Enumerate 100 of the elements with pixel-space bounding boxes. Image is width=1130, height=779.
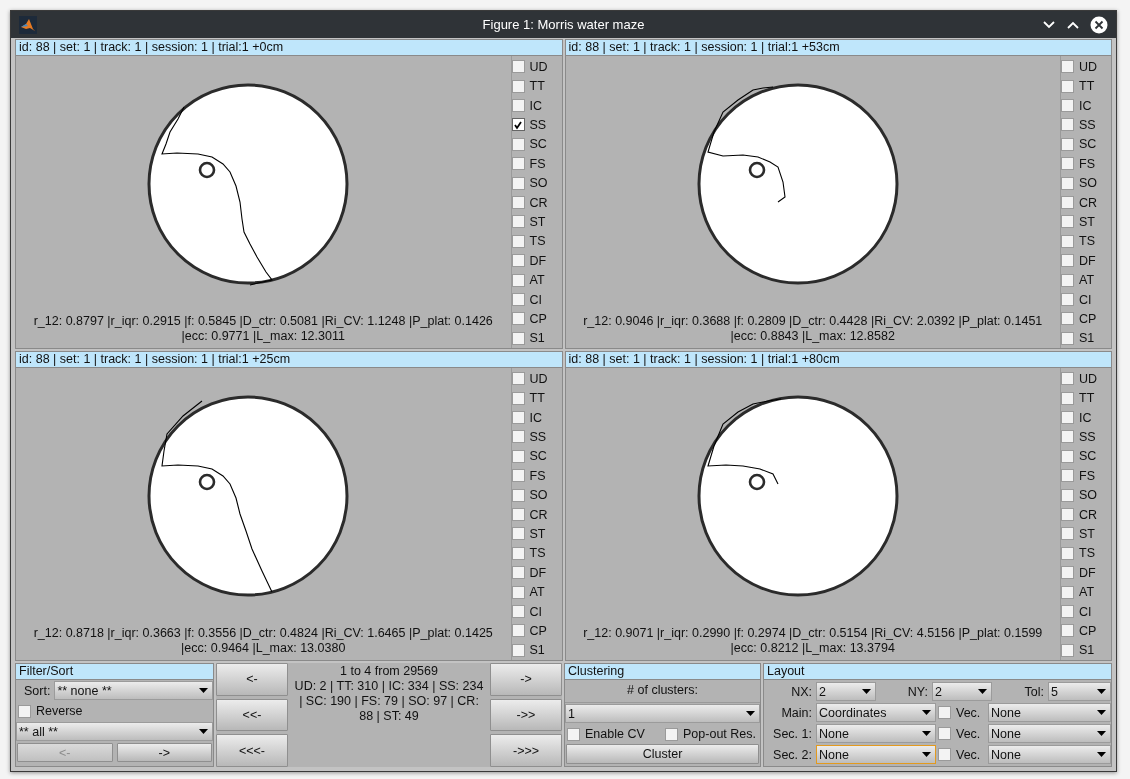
checkbox-box[interactable]: [511, 196, 525, 210]
category-checkbox[interactable]: CI: [511, 289, 562, 310]
vector-dropdown[interactable]: None: [988, 745, 1111, 764]
checkbox-box[interactable]: [567, 727, 580, 741]
filter-dropdown[interactable]: ** all **: [16, 722, 213, 741]
maximize-chevron-icon[interactable]: [1066, 19, 1080, 30]
category-checkbox[interactable]: UD: [1061, 369, 1111, 389]
checkbox-box[interactable]: [1061, 99, 1074, 112]
checkbox-box[interactable]: [511, 449, 525, 463]
category-checkbox[interactable]: UD: [511, 369, 562, 389]
checkbox-box[interactable]: [938, 748, 951, 761]
checkbox-box[interactable]: [1061, 391, 1074, 405]
vector-dropdown[interactable]: None: [988, 724, 1111, 743]
checkbox-box[interactable]: [511, 331, 525, 345]
category-checkbox[interactable]: DF: [1061, 251, 1111, 271]
category-checkbox[interactable]: SC: [511, 446, 562, 467]
option-checkbox[interactable]: Enable CV: [565, 724, 645, 744]
checkbox-box[interactable]: [511, 293, 525, 307]
category-checkbox[interactable]: UD: [511, 57, 562, 77]
checkbox-box[interactable]: [511, 508, 525, 522]
checkbox-box[interactable]: [511, 469, 525, 483]
category-checkbox[interactable]: CP: [1061, 621, 1111, 641]
category-checkbox[interactable]: IC: [511, 95, 562, 116]
category-checkbox[interactable]: S1: [511, 640, 562, 661]
category-checkbox[interactable]: CR: [1061, 504, 1111, 525]
grid-dropdown[interactable]: 5: [1048, 682, 1111, 701]
category-checkbox[interactable]: UD: [1061, 57, 1111, 77]
checkbox-box[interactable]: [1061, 215, 1074, 229]
back-button[interactable]: <-: [216, 663, 288, 696]
category-checkbox[interactable]: TS: [511, 231, 562, 252]
category-checkbox[interactable]: DF: [511, 251, 562, 271]
checkbox-box[interactable]: [1061, 331, 1074, 345]
category-checkbox[interactable]: CP: [511, 309, 562, 329]
checkbox-box[interactable]: [511, 585, 525, 599]
category-checkbox[interactable]: ST: [511, 212, 562, 232]
category-checkbox[interactable]: DF: [1061, 563, 1111, 583]
vector-checkbox[interactable]: Vec.: [936, 744, 988, 765]
checkbox-box[interactable]: [511, 624, 525, 638]
checkbox-box[interactable]: [511, 546, 525, 560]
checkbox-box[interactable]: [1061, 273, 1074, 287]
category-checkbox[interactable]: TT: [511, 388, 562, 408]
category-checkbox[interactable]: AT: [511, 582, 562, 602]
checkbox-box[interactable]: [511, 157, 525, 171]
checkbox-box[interactable]: [1061, 118, 1074, 132]
checkbox-box[interactable]: [511, 430, 525, 444]
category-checkbox[interactable]: SO: [1061, 173, 1111, 193]
checkbox-box[interactable]: [511, 527, 525, 541]
checkbox-box[interactable]: [1061, 585, 1074, 599]
checkbox-box[interactable]: [511, 312, 525, 326]
checkbox-box[interactable]: [1061, 196, 1074, 210]
category-checkbox[interactable]: IC: [1061, 95, 1111, 116]
checkbox-box[interactable]: [1061, 605, 1074, 619]
category-checkbox[interactable]: CP: [511, 621, 562, 641]
checkbox-box[interactable]: [511, 411, 525, 424]
checkbox-box[interactable]: [511, 372, 525, 386]
checkbox-box[interactable]: [1061, 508, 1074, 522]
checkbox-box[interactable]: [511, 79, 525, 93]
plot-type-dropdown[interactable]: Coordinates: [816, 703, 936, 722]
checkbox-box[interactable]: [1061, 293, 1074, 307]
back-button[interactable]: <<-: [216, 698, 288, 732]
checkbox-box[interactable]: [1061, 488, 1074, 502]
category-checkbox[interactable]: S1: [1061, 640, 1111, 661]
category-checkbox[interactable]: TT: [511, 76, 562, 96]
checkbox-box[interactable]: [1061, 411, 1074, 424]
category-checkbox[interactable]: SS: [1061, 115, 1111, 135]
back-button[interactable]: <<<-: [216, 734, 288, 767]
checkbox-box[interactable]: [1061, 527, 1074, 541]
category-checkbox[interactable]: CI: [1061, 601, 1111, 622]
checkbox-box[interactable]: [1061, 469, 1074, 483]
checkbox-box[interactable]: [665, 727, 679, 741]
plot-type-dropdown[interactable]: None: [816, 724, 936, 743]
checkbox-box[interactable]: [18, 704, 31, 718]
sort-dropdown[interactable]: ** none **: [54, 681, 213, 700]
minimize-chevron-icon[interactable]: [1042, 19, 1056, 30]
category-checkbox[interactable]: SC: [1061, 446, 1111, 467]
category-checkbox[interactable]: SC: [1061, 134, 1111, 155]
category-checkbox[interactable]: IC: [1061, 407, 1111, 428]
category-checkbox[interactable]: FS: [1061, 154, 1111, 174]
checkbox-box[interactable]: [1061, 157, 1074, 171]
grid-dropdown[interactable]: 2: [816, 682, 876, 701]
forward-button[interactable]: ->: [490, 663, 562, 696]
checkbox-box[interactable]: [511, 391, 525, 405]
checkbox-box[interactable]: [511, 643, 525, 657]
checkbox-box[interactable]: [1061, 176, 1074, 190]
category-checkbox[interactable]: TS: [511, 543, 562, 564]
checkbox-box[interactable]: [1061, 430, 1074, 444]
checkbox-box[interactable]: [938, 727, 951, 740]
cluster-button[interactable]: Cluster: [566, 744, 759, 764]
checkbox-box[interactable]: [511, 99, 525, 112]
category-checkbox[interactable]: SO: [1061, 485, 1111, 505]
category-checkbox[interactable]: CP: [1061, 309, 1111, 329]
checkbox-box[interactable]: [1061, 566, 1074, 580]
checkbox-box[interactable]: [1061, 312, 1074, 326]
category-checkbox[interactable]: DF: [511, 563, 562, 583]
checkbox-box[interactable]: [511, 488, 525, 502]
option-checkbox[interactable]: Pop-out Res.: [663, 724, 756, 744]
checkbox-box[interactable]: [1061, 79, 1074, 93]
category-checkbox[interactable]: SO: [511, 485, 562, 505]
category-checkbox[interactable]: CI: [511, 601, 562, 622]
category-checkbox[interactable]: CR: [511, 192, 562, 213]
